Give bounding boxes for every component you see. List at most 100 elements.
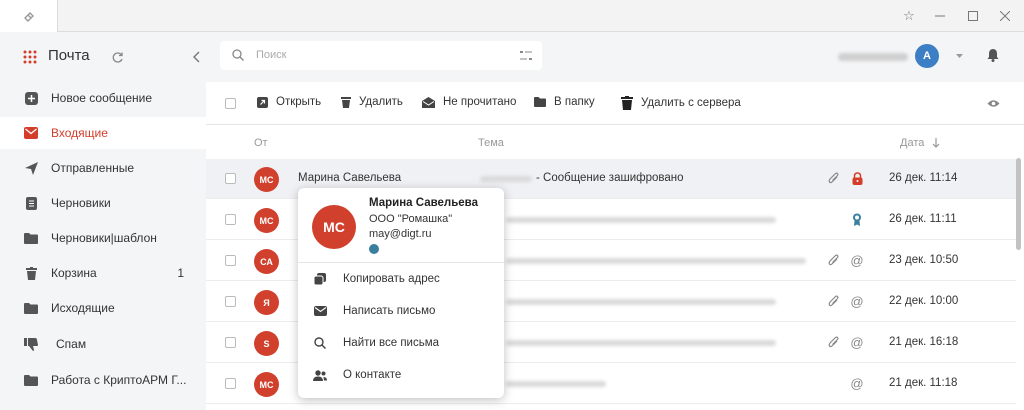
trash-icon [621,96,633,110]
delete-from-server-button[interactable]: Удалить с сервера [621,96,741,110]
sender-avatar: МС [254,372,279,397]
scrollbar[interactable] [1016,158,1021,250]
sender-avatar: СА [254,249,279,274]
eye-icon[interactable] [987,99,1000,108]
chevron-down-icon[interactable] [956,54,963,59]
window-titlebar: ☆ [0,0,1024,33]
apps-grid-icon[interactable] [23,50,37,64]
mail-toolbar: Открыть Удалить Не прочитано В папку Уда… [206,82,1024,125]
sidebar-item-draft-templates[interactable]: Черновики|шаблон [0,222,206,254]
close-button[interactable] [995,6,1015,26]
row-checkbox[interactable] [225,214,236,225]
plus-icon [24,91,38,105]
blurred-subject [506,381,606,387]
column-header-from[interactable]: От [254,137,268,149]
sender-name: Марина Савельева [298,172,402,184]
app-title: Почта [48,47,90,64]
trash-icon [341,97,351,108]
sidebar-item-label: Отправленные [51,161,135,175]
sidebar-item-label: Спам [56,337,87,351]
search-filter-icon[interactable] [520,50,532,61]
contact-popup: МС Марина Савельева ООО "Ромашка" may@di… [298,188,504,398]
folder-icon [24,231,38,245]
search-placeholder: Поиск [256,49,287,61]
paperclip-icon [826,253,840,267]
open-button[interactable]: Открыть [257,96,321,108]
paperclip-icon [826,171,840,185]
row-checkbox[interactable] [225,337,236,348]
envelope-icon [313,304,327,318]
message-date: 21 дек. 11:18 [889,377,958,389]
sidebar-item-spam[interactable]: Спам [0,328,206,360]
star-icon[interactable]: ☆ [899,6,919,26]
delete-button[interactable]: Удалить [341,96,403,108]
message-date: 22 дек. 10:00 [889,295,959,307]
message-date: 26 дек. 11:11 [889,213,957,225]
blurred-subject [506,340,776,346]
sidebar-item-trash[interactable]: Корзина 1 [0,257,206,289]
open-icon [257,96,268,108]
message-date: 21 дек. 16:18 [889,336,959,348]
sidebar-item-new-message[interactable]: Новое сообщение [0,82,206,114]
blurred-subject [506,258,806,264]
avatar[interactable]: A [915,44,939,68]
minimize-button[interactable] [930,6,950,26]
trash-icon [24,266,38,280]
about-contact-menu-item[interactable]: О контакте [298,359,504,391]
write-message-menu-item[interactable]: Написать письмо [298,295,504,327]
row-checkbox[interactable] [225,378,236,389]
sidebar-item-label: Исходящие [51,301,115,315]
sidebar-item-inbox[interactable]: Входящие [0,117,206,149]
contact-organization: ООО "Ромашка" [369,213,453,225]
column-header-date[interactable]: Дата [900,137,924,149]
sender-avatar: Я [254,290,279,315]
sidebar-item-label: Корзина [51,266,97,280]
sort-arrow-down-icon[interactable] [932,138,940,148]
sidebar-item-sent[interactable]: Отправленные [0,152,206,184]
bell-icon[interactable] [987,48,999,62]
send-icon [24,161,38,175]
find-all-messages-menu-item[interactable]: Найти все письма [298,327,504,359]
paperclip-icon [826,294,840,308]
draft-icon [24,196,38,210]
inbox-icon [24,126,38,140]
sender-avatar: S [254,331,279,356]
at-sign-icon: @ [850,375,864,391]
user-email-blurred [838,53,908,61]
sidebar-item-label: Черновики|шаблон [51,231,157,245]
contact-name: Марина Савельева [369,197,478,209]
browser-tab[interactable] [0,0,58,33]
sender-avatar: МС [254,208,279,233]
sidebar-item-outbox[interactable]: Исходящие [0,292,206,324]
message-date: 23 дек. 10:50 [889,254,959,266]
search-icon [232,49,244,61]
sidebar-item-label: Черновики [51,196,111,210]
copy-address-menu-item[interactable]: Копировать адрес [298,263,504,295]
sidebar-item-drafts[interactable]: Черновики [0,187,206,219]
paperclip-icon [826,335,840,349]
trash-count-badge: 1 [177,266,184,280]
move-to-folder-button[interactable]: В папку [534,96,595,108]
sidebar-item-cryptoarm[interactable]: Работа с КриптоАРМ Г... [0,364,206,396]
app-header: Почта [0,32,206,82]
certificate-icon [850,212,864,226]
row-checkbox[interactable] [225,255,236,266]
folder-icon [24,301,38,315]
open-envelope-icon [422,96,435,108]
search-icon [313,336,327,350]
folder-icon [534,97,546,107]
collapse-sidebar-icon[interactable] [193,51,201,63]
search-input[interactable]: Поиск [220,41,542,70]
row-checkbox[interactable] [225,173,236,184]
row-checkbox[interactable] [225,296,236,307]
refresh-icon[interactable] [111,51,124,64]
message-subject: - Сообщение зашифровано [536,172,684,184]
encrypted-lock-icon [850,171,864,185]
thumbs-down-icon [24,337,38,351]
mark-unread-button[interactable]: Не прочитано [422,96,516,108]
column-header-subject[interactable]: Тема [478,137,504,149]
sidebar-item-label: Входящие [51,126,108,140]
certificate-icon [369,244,379,254]
maximize-button[interactable] [963,6,983,26]
select-all-checkbox[interactable] [225,98,236,109]
